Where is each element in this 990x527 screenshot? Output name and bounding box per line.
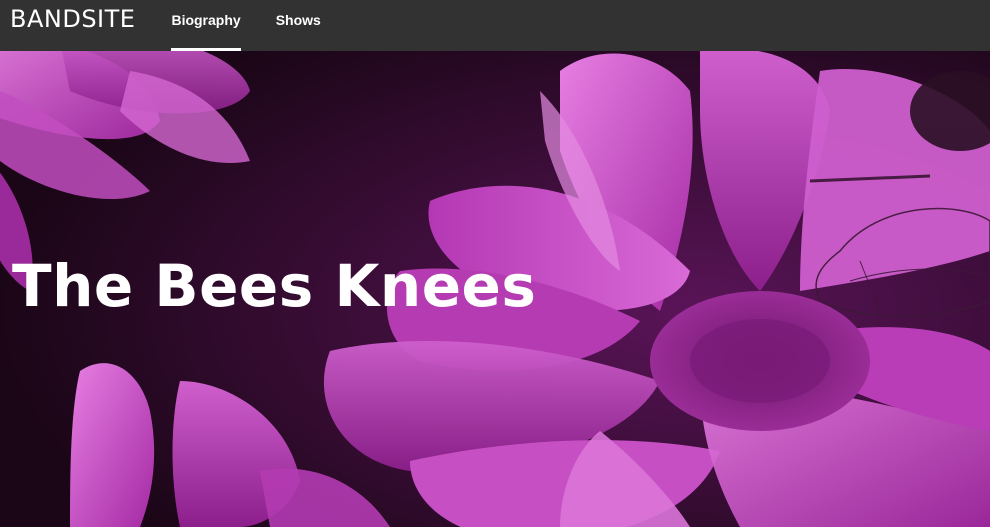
hero-title: The Bees Knees — [12, 252, 537, 320]
nav-link-biography[interactable]: Biography — [171, 0, 241, 51]
site-header: BANDSITE Biography Shows — [0, 0, 990, 51]
site-logo[interactable]: BANDSITE — [10, 7, 135, 37]
flower-center — [650, 291, 870, 431]
nav-link-shows[interactable]: Shows — [276, 0, 321, 51]
hero-banner: The Bees Knees — [0, 51, 990, 527]
main-nav: Biography Shows — [171, 0, 355, 51]
